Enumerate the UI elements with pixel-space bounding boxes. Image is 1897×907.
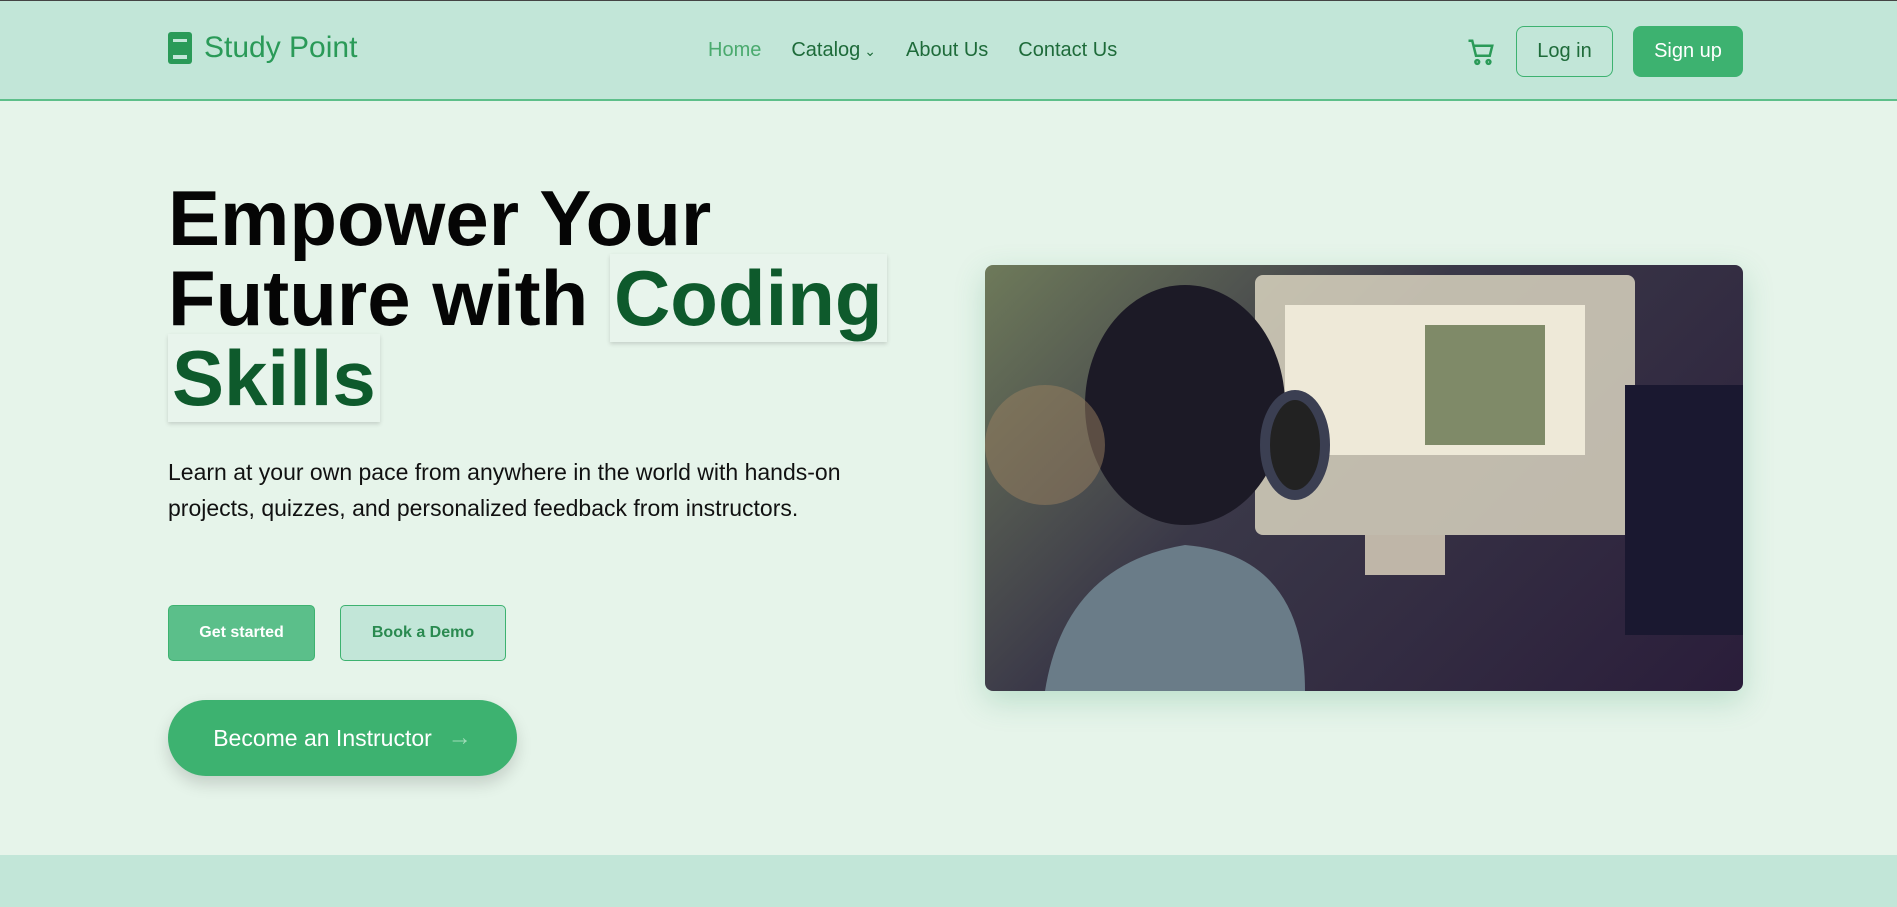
nav-home[interactable]: Home — [708, 39, 761, 62]
hero-title-highlight: Coding — [609, 254, 887, 342]
brand-name: Study Point — [204, 31, 358, 64]
nav-catalog-label: Catalog — [791, 39, 861, 61]
hero-title-highlight-2: Skills — [168, 334, 380, 422]
next-section-band — [0, 855, 1897, 907]
become-instructor-button[interactable]: Become an Instructor → — [168, 700, 517, 776]
brand-logo[interactable]: Study Point — [168, 31, 357, 65]
become-instructor-label: Become an Instructor — [213, 724, 432, 751]
book-icon — [168, 32, 192, 64]
cart-icon[interactable] — [1466, 37, 1496, 67]
nav-catalog[interactable]: Catalog ⌄ — [791, 39, 876, 62]
hero-description: Learn at your own pace from anywhere in … — [168, 459, 841, 521]
signup-button[interactable]: Sign up — [1633, 26, 1743, 77]
nav-contact[interactable]: Contact Us — [1018, 39, 1117, 62]
chevron-down-icon: ⌄ — [864, 43, 877, 59]
get-started-button[interactable]: Get started — [168, 605, 315, 661]
login-button[interactable]: Log in — [1516, 26, 1613, 77]
nav-about[interactable]: About Us — [906, 39, 988, 62]
main-nav: Home Catalog ⌄ About Us Contact Us — [708, 39, 1117, 62]
site-header: Study Point Home Catalog ⌄ About Us Conta… — [0, 0, 1897, 101]
hero-image — [985, 265, 1743, 691]
book-demo-button[interactable]: Book a Demo — [340, 605, 506, 661]
arrow-right-icon: → — [447, 724, 472, 751]
hero-title: Empower Your Future with Coding Skills — [168, 178, 928, 422]
